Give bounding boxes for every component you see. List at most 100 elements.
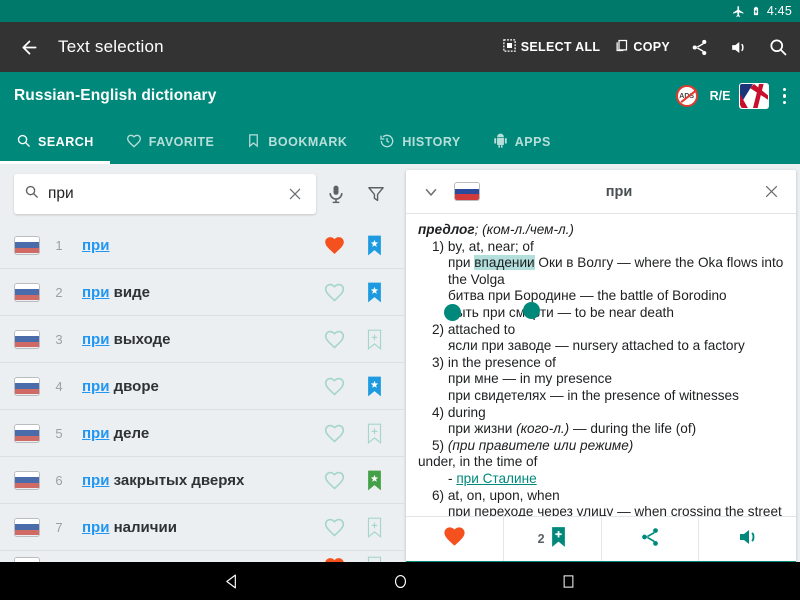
favorite-icon[interactable] <box>314 469 354 492</box>
filter-icon[interactable] <box>356 174 396 214</box>
favorite-icon[interactable] <box>314 422 354 445</box>
favorite-icon[interactable] <box>314 281 354 304</box>
cross-reference-link[interactable]: при Сталине <box>456 471 536 486</box>
table-row[interactable]: 4 при дворе <box>0 363 404 410</box>
tab-apps[interactable]: APPS <box>477 120 567 164</box>
microphone-icon[interactable] <box>316 174 356 214</box>
bookmark-add-icon <box>550 525 567 554</box>
definition-title: при <box>605 183 633 200</box>
favorite-icon[interactable] <box>314 328 354 351</box>
selected-text[interactable]: впадении <box>474 255 535 271</box>
search-input[interactable]: при <box>14 174 316 214</box>
nav-back-icon[interactable] <box>212 562 252 600</box>
status-bar: 4:45 <box>0 0 800 22</box>
more-vertical-icon[interactable] <box>782 87 786 105</box>
bookmark-count: 2 <box>537 532 545 546</box>
term-highlight: при <box>82 236 110 254</box>
bookmark-add-icon[interactable] <box>354 328 394 351</box>
table-row[interactable]: 5 при деле <box>0 410 404 457</box>
search-row: при <box>0 164 404 222</box>
table-row[interactable]: 3 при выходе <box>0 316 404 363</box>
row-term[interactable]: при закрытых дверях <box>82 472 314 489</box>
select-all-button[interactable]: SELECT ALL <box>502 38 601 56</box>
bookmark-icon[interactable] <box>354 234 394 257</box>
favorite-icon[interactable] <box>314 516 354 539</box>
favorite-icon[interactable] <box>314 375 354 398</box>
close-icon[interactable] <box>284 183 306 205</box>
close-icon[interactable] <box>758 183 784 200</box>
sense-gloss: in the presence of <box>447 354 556 370</box>
nav-home-icon[interactable] <box>380 562 420 600</box>
sense-gloss: by, at, near; of <box>447 238 534 254</box>
selection-handle-end[interactable] <box>523 302 540 319</box>
row-term[interactable]: при <box>82 237 314 254</box>
term-rest: дворе <box>109 377 159 395</box>
bookmark-icon[interactable] <box>354 375 394 398</box>
ru-flag-icon <box>14 376 40 396</box>
share-button[interactable] <box>602 517 700 561</box>
table-row[interactable]: 7 при наличии <box>0 504 404 551</box>
table-row[interactable]: 1 при <box>0 222 404 269</box>
term-rest: наличии <box>109 518 177 536</box>
row-number: 5 <box>55 425 63 441</box>
term-highlight: при <box>82 424 110 442</box>
copy-label: COPY <box>633 40 670 54</box>
row-number: 2 <box>55 284 63 300</box>
tab-search[interactable]: SEARCH <box>0 120 110 164</box>
volume-icon[interactable] <box>729 38 748 57</box>
part-of-speech-line: предлог; (ком-л./чем-л.) <box>418 222 786 239</box>
sense-number: 1) <box>432 238 445 254</box>
row-number: 3 <box>55 331 63 347</box>
bookmark-icon[interactable] <box>354 281 394 304</box>
sense-6-example-1: при переходе через улицу — when crossing… <box>418 504 786 516</box>
row-number: 7 <box>55 519 63 535</box>
search-results-pane: при 1 при 2 при виде 3 при выходе 4 при … <box>0 164 404 568</box>
share-icon[interactable] <box>690 38 709 57</box>
term-highlight: при <box>82 518 110 536</box>
row-term[interactable]: при виде <box>82 284 314 301</box>
definition-card: при предлог; (ком-л./чем-л.) 1) by, at, … <box>406 170 796 564</box>
back-arrow-icon[interactable] <box>12 30 46 64</box>
tab-bar: SEARCH FAVORITE BOOKMARK HISTORY APPS <box>0 120 800 164</box>
ru-flag-icon <box>14 517 40 537</box>
sense-4: 4) during <box>418 405 786 422</box>
row-term[interactable]: при выходе <box>82 331 314 348</box>
copy-button[interactable]: COPY <box>614 38 670 56</box>
term-rest: виде <box>109 283 150 301</box>
tab-bookmark[interactable]: BOOKMARK <box>230 120 363 164</box>
sense-3-example-1: при мне — in my presence <box>418 371 786 388</box>
nav-recents-icon[interactable] <box>548 562 588 600</box>
sense-2-example-1: ясли при заводе — nursery attached to a … <box>418 338 786 355</box>
no-ads-icon[interactable]: ADS <box>675 85 698 107</box>
favorite-button[interactable] <box>406 517 504 561</box>
selection-handle-start[interactable] <box>444 304 461 321</box>
speak-button[interactable] <box>699 517 796 561</box>
term-highlight: при <box>82 377 110 395</box>
sense-number: 5) <box>432 437 445 453</box>
definition-body[interactable]: предлог; (ком-л./чем-л.) 1) by, at, near… <box>406 214 796 516</box>
term-highlight: при <box>82 283 110 301</box>
tab-history[interactable]: HISTORY <box>363 120 476 164</box>
battery-charging-icon <box>751 4 761 18</box>
table-row[interactable]: 2 при виде <box>0 269 404 316</box>
ru-en-flag-icon[interactable] <box>738 83 769 109</box>
favorite-icon[interactable] <box>314 234 354 257</box>
sense-3: 3) in the presence of <box>418 355 786 372</box>
direction-label[interactable]: R/E <box>710 89 731 103</box>
search-icon[interactable] <box>768 37 788 57</box>
chevron-down-icon[interactable] <box>418 183 444 201</box>
airplane-mode-icon <box>732 5 745 18</box>
row-term[interactable]: при деле <box>82 425 314 442</box>
sense-number: 6) <box>432 487 445 503</box>
tab-favorite[interactable]: FAVORITE <box>110 120 231 164</box>
table-row[interactable]: 6 при закрытых дверях <box>0 457 404 504</box>
bookmark-icon[interactable] <box>354 469 394 492</box>
row-number: 4 <box>55 378 63 394</box>
bookmark-add-icon[interactable] <box>354 422 394 445</box>
bookmark-button[interactable]: 2 <box>504 517 602 561</box>
sense-number: 4) <box>432 404 445 420</box>
bookmark-add-icon[interactable] <box>354 516 394 539</box>
sense-1: 1) by, at, near; of <box>418 239 786 256</box>
row-term[interactable]: при дворе <box>82 378 314 395</box>
row-term[interactable]: при наличии <box>82 519 314 536</box>
